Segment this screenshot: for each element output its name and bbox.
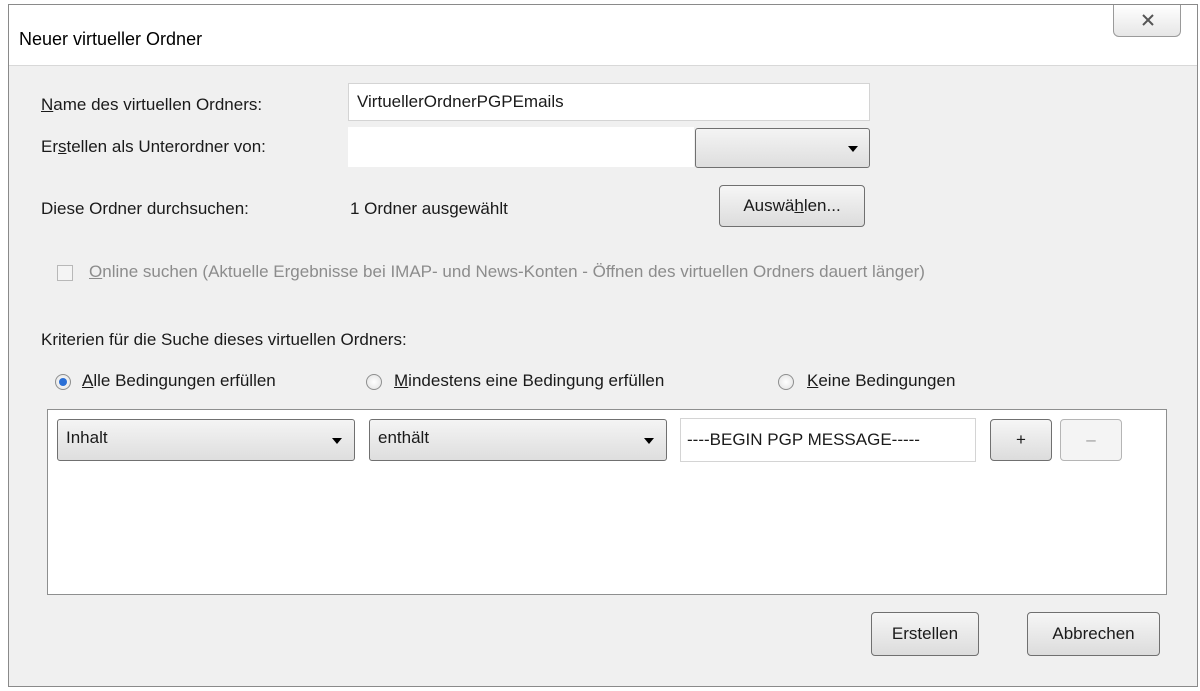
name-label-text: ame des virtuellen Ordners: bbox=[53, 95, 263, 114]
title-bar: Neuer virtueller Ordner bbox=[9, 5, 1197, 66]
remove-rule-button[interactable]: – bbox=[1060, 419, 1122, 461]
selected-folders-count: 1 Ordner ausgewählt bbox=[350, 199, 508, 218]
cancel-button[interactable]: Abbrechen bbox=[1027, 612, 1160, 656]
rule-operator-value: enthält bbox=[378, 428, 430, 447]
criteria-heading: Kriterien für die Suche dieses virtuelle… bbox=[41, 330, 407, 349]
select-folders-button[interactable]: Auswählen... bbox=[719, 185, 865, 227]
add-rule-button[interactable]: + bbox=[990, 419, 1052, 461]
parent-folder-field[interactable] bbox=[348, 127, 694, 167]
radio-all-conditions[interactable] bbox=[55, 374, 71, 390]
radio-none-label: Keine Bedingungen bbox=[807, 371, 956, 390]
rule-field-dropdown[interactable]: Inhalt bbox=[57, 419, 355, 461]
chevron-down-icon bbox=[644, 438, 654, 444]
name-label: Name des virtuellen Ordners: bbox=[41, 95, 263, 114]
window-title: Neuer virtueller Ordner bbox=[19, 29, 203, 49]
dialog-window: Neuer virtueller Ordner Name des virtuel… bbox=[8, 4, 1198, 687]
parent-label: Erstellen als Unterordner von: bbox=[41, 137, 266, 156]
radio-all-label: Alle Bedingungen erfüllen bbox=[82, 371, 276, 390]
radio-any-label: Mindestens eine Bedingung erfüllen bbox=[394, 371, 665, 390]
search-folders-label: Diese Ordner durchsuchen: bbox=[41, 199, 249, 218]
online-search-label: Online suchen (Aktuelle Ergebnisse bei I… bbox=[89, 262, 925, 281]
parent-folder-dropdown[interactable] bbox=[695, 128, 870, 168]
close-icon bbox=[1142, 14, 1154, 26]
chevron-down-icon bbox=[332, 438, 342, 444]
search-rules-list: Inhalt enthält ----BEGIN PGP MESSAGE----… bbox=[47, 409, 1167, 595]
radio-any-condition[interactable] bbox=[366, 374, 382, 390]
create-button[interactable]: Erstellen bbox=[871, 612, 979, 656]
online-search-checkbox[interactable] bbox=[57, 265, 73, 281]
rule-value-input[interactable]: ----BEGIN PGP MESSAGE----- bbox=[680, 418, 976, 462]
close-button[interactable] bbox=[1113, 5, 1181, 37]
chevron-down-icon bbox=[848, 146, 858, 152]
rule-field-value: Inhalt bbox=[66, 428, 108, 447]
radio-no-conditions[interactable] bbox=[778, 374, 794, 390]
folder-name-input[interactable]: VirtuellerOrdnerPGPEmails bbox=[348, 83, 870, 121]
rule-operator-dropdown[interactable]: enthält bbox=[369, 419, 667, 461]
